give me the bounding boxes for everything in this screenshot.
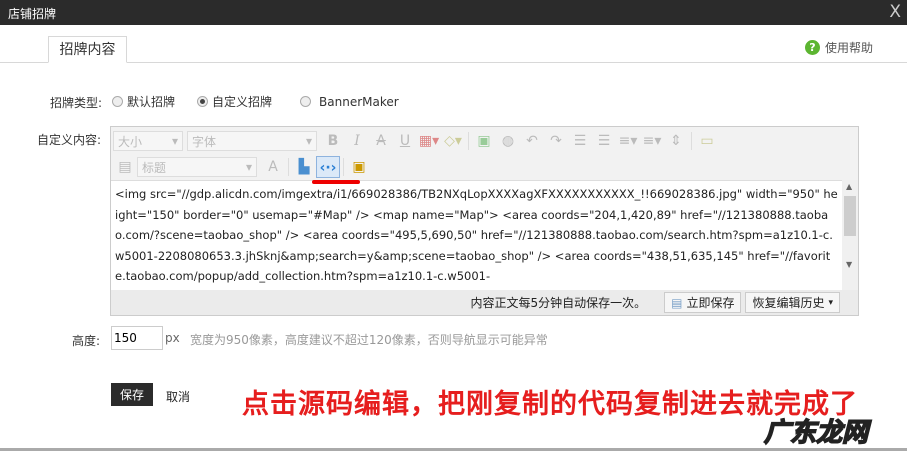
editor-footer: 内容正文每5分钟自动保存一次。 ▤ 立即保存 恢复编辑历史 ▾ — [111, 290, 858, 315]
preview-icon[interactable]: ▭ — [695, 130, 719, 152]
content-label: 自定义内容: — [37, 133, 102, 147]
background-color-icon[interactable]: ◇▾ — [441, 130, 465, 152]
radio-selected-icon — [197, 96, 209, 107]
strikethrough-icon[interactable]: A — [369, 130, 393, 152]
source-code-textarea[interactable]: <img src="//gdp.alicdn.com/imgextra/i1/6… — [111, 180, 842, 290]
cancel-button[interactable]: 取消 — [166, 388, 190, 405]
restore-history-button[interactable]: 恢复编辑历史 ▾ — [745, 292, 840, 313]
height-label: 高度: — [72, 334, 101, 348]
scroll-thumb[interactable] — [844, 196, 856, 236]
insert-media-icon[interactable]: ▙ — [292, 156, 316, 178]
save-now-button[interactable]: ▤ 立即保存 — [664, 292, 742, 313]
height-unit: px — [165, 331, 180, 345]
annotation-underline — [312, 180, 360, 184]
close-icon[interactable]: X — [889, 2, 901, 22]
height-hint: 宽度为950像素，高度建议不超过120像素，否则导航显示可能异常 — [190, 333, 548, 347]
radio-label: 默认招牌 — [127, 95, 176, 109]
undo-icon[interactable]: ↶ — [520, 130, 544, 152]
radio-label: 自定义招牌 — [212, 95, 273, 109]
font-size-select[interactable]: 大小 ▾ — [113, 131, 183, 151]
select-value: 标题 — [142, 160, 167, 175]
bullet-list-icon[interactable]: ≡▾ — [616, 130, 640, 152]
divider — [288, 158, 289, 176]
select-value: 大小 — [118, 134, 143, 149]
autosave-note: 内容正文每5分钟自动保存一次。 — [470, 296, 647, 310]
save-icon: ▤ — [671, 295, 683, 310]
toolbar-row-2: ▤ 标题 ▾ A ▙ ‹·› ▣ — [113, 155, 371, 179]
outdent-icon[interactable]: ☰ — [592, 130, 616, 152]
type-radio-group: 默认招牌 自定义招牌 BannerMaker — [112, 93, 421, 110]
tab-banner-content[interactable]: 招牌内容 — [48, 36, 127, 63]
template-icon[interactable]: ▣ — [347, 156, 371, 178]
divider — [343, 158, 344, 176]
bold-icon[interactable]: B — [321, 130, 345, 152]
radio-icon — [300, 96, 312, 107]
scroll-up-icon[interactable]: ▲ — [846, 182, 852, 191]
font-color-icon[interactable]: ▦▾ — [417, 130, 441, 152]
table-icon[interactable]: ▤ — [113, 156, 137, 178]
radio-default[interactable]: 默认招牌 — [112, 93, 175, 110]
font-family-select[interactable]: 字体 ▾ — [187, 131, 317, 151]
help-icon: ? — [804, 40, 820, 55]
radio-label: BannerMaker — [319, 94, 399, 109]
radio-bannermaker[interactable]: BannerMaker — [300, 93, 399, 110]
numbered-list-icon[interactable]: ≡▾ — [640, 130, 664, 152]
line-height-icon[interactable]: ⇕ — [664, 130, 688, 152]
toolbar-row-1: 大小 ▾ 字体 ▾ B I A U ▦▾ ◇▾ ▣ ◍ ↶ ↷ ☰ ☰ ≡▾ ≡▾ … — [113, 129, 719, 153]
save-button[interactable]: 保存 — [111, 383, 153, 406]
italic-icon[interactable]: I — [345, 130, 369, 152]
button-label: 立即保存 — [686, 296, 735, 310]
scroll-down-icon[interactable]: ▼ — [846, 260, 852, 269]
type-label: 招牌类型: — [50, 96, 103, 110]
image-icon[interactable]: ▣ — [472, 130, 496, 152]
radio-custom[interactable]: 自定义招牌 — [197, 93, 272, 110]
title-bar: 店铺招牌 X — [0, 0, 907, 25]
chevron-down-icon: ▾ — [828, 297, 833, 308]
divider — [468, 132, 469, 150]
underline-icon[interactable]: U — [393, 130, 417, 152]
divider — [0, 62, 907, 63]
indent-icon[interactable]: ☰ — [568, 130, 592, 152]
divider — [691, 132, 692, 150]
source-code-icon[interactable]: ‹·› — [316, 156, 340, 178]
link-icon[interactable]: ◍ — [496, 130, 520, 152]
scrollbar[interactable]: ▲ ▼ — [842, 180, 858, 290]
help-link[interactable]: ? 使用帮助 — [804, 39, 873, 56]
button-label: 恢复编辑历史 — [752, 296, 825, 310]
rich-editor: 大小 ▾ 字体 ▾ B I A U ▦▾ ◇▾ ▣ ◍ ↶ ↷ ☰ ☰ ≡▾ ≡▾ … — [110, 126, 859, 316]
clear-format-icon[interactable]: A — [261, 156, 285, 178]
redo-icon[interactable]: ↷ — [544, 130, 568, 152]
help-label: 使用帮助 — [824, 41, 873, 55]
radio-icon — [112, 96, 123, 107]
select-value: 字体 — [192, 134, 217, 149]
watermark: 广东龙网 — [763, 417, 869, 449]
window-title: 店铺招牌 — [8, 7, 57, 21]
heading-select[interactable]: 标题 ▾ — [137, 157, 257, 177]
height-input[interactable] — [111, 326, 163, 350]
